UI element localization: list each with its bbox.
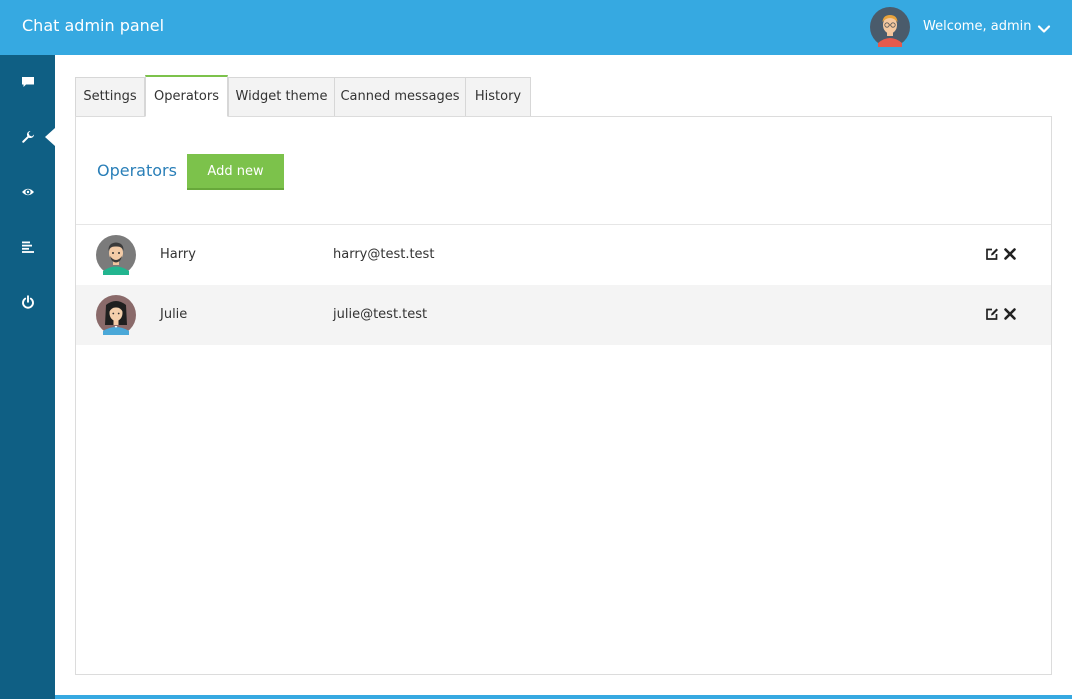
tab-settings[interactable]: Settings xyxy=(75,77,145,117)
female-avatar xyxy=(96,295,136,335)
edit-icon[interactable] xyxy=(985,306,999,320)
male-avatar xyxy=(96,235,136,275)
delete-icon[interactable] xyxy=(1003,306,1017,320)
operator-name: Julie xyxy=(160,307,188,322)
sidebar-item-settings[interactable] xyxy=(0,117,55,157)
admin-avatar[interactable] xyxy=(870,7,910,47)
app-title: Chat admin panel xyxy=(22,16,165,35)
operator-name: Harry xyxy=(160,247,196,262)
welcome-text[interactable]: Welcome, admin xyxy=(923,19,1031,34)
operator-email: harry@test.test xyxy=(333,247,435,262)
sidebar xyxy=(0,55,55,699)
chevron-down-icon[interactable] xyxy=(1037,21,1051,35)
edit-icon[interactable] xyxy=(985,246,999,260)
add-new-button[interactable]: Add new xyxy=(187,154,284,190)
tab-widget-theme[interactable]: Widget theme xyxy=(228,77,335,117)
active-indicator xyxy=(45,128,55,146)
sidebar-item-logout[interactable] xyxy=(0,282,55,322)
section-title: Operators xyxy=(97,161,177,180)
eye-icon xyxy=(22,188,34,196)
operator-row: Harry harry@test.test xyxy=(76,225,1051,285)
sidebar-item-history[interactable] xyxy=(0,227,55,267)
top-bar: Chat admin panel Welcome, admin xyxy=(0,0,1072,55)
wrench-icon xyxy=(22,130,35,143)
operator-row: Julie julie@test.test xyxy=(76,285,1051,345)
power-icon xyxy=(22,295,34,309)
tab-operators[interactable]: Operators xyxy=(145,75,228,117)
tab-canned-messages[interactable]: Canned messages xyxy=(334,77,466,117)
sidebar-item-view[interactable] xyxy=(0,172,55,212)
tab-history[interactable]: History xyxy=(465,77,531,117)
chat-bubble-icon xyxy=(22,77,34,87)
delete-icon[interactable] xyxy=(1003,246,1017,260)
sidebar-item-chat[interactable] xyxy=(0,62,55,102)
operator-email: julie@test.test xyxy=(333,307,428,322)
operators-panel: Operators Add new Harry harry@test.test xyxy=(75,116,1052,675)
bottom-accent-bar xyxy=(55,695,1072,699)
align-left-icon xyxy=(22,241,34,253)
